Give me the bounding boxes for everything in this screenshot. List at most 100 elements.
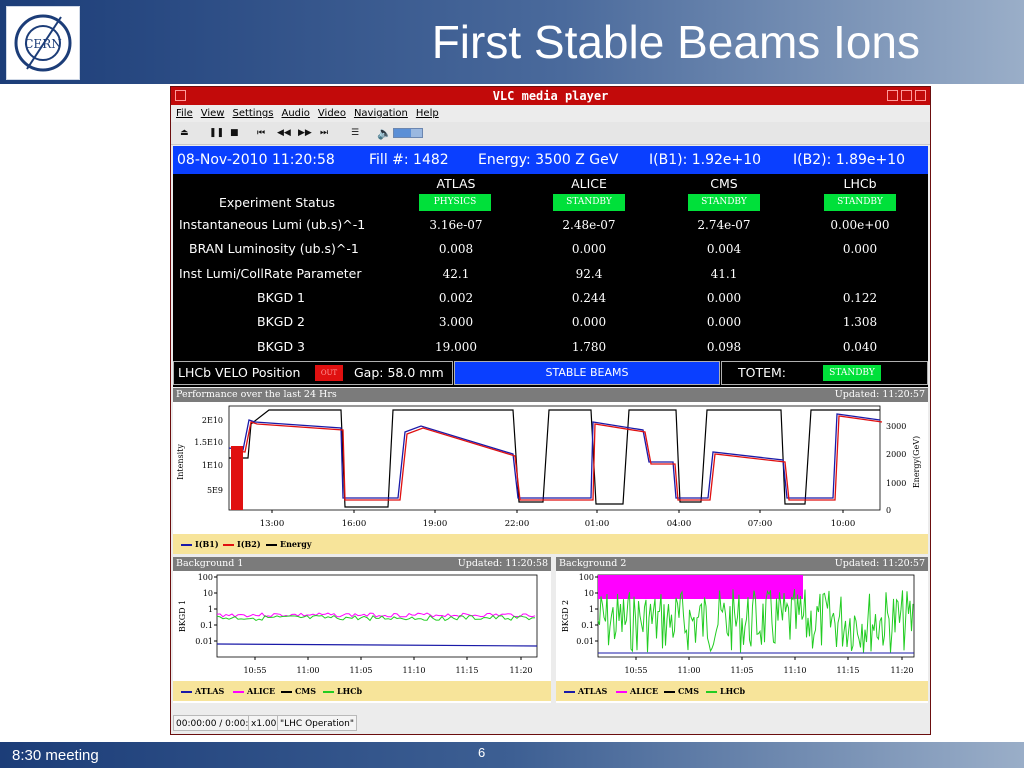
x-tick-label: 11:20 bbox=[509, 666, 532, 675]
table-cell: 0.244 bbox=[571, 291, 607, 305]
legend-item-lhcb: LHCb bbox=[706, 681, 745, 701]
previous-icon[interactable]: ⏮ bbox=[257, 122, 265, 144]
table-cell: 0.008 bbox=[438, 242, 474, 256]
plot-area bbox=[228, 405, 881, 511]
legend-item-energy: Energy bbox=[266, 534, 311, 554]
row-label: BRAN Luminosity (ub.s)^-1 bbox=[189, 241, 359, 256]
menu-audio[interactable]: Audio bbox=[281, 105, 309, 122]
fast-forward-icon[interactable]: ▶▶ bbox=[298, 122, 312, 144]
legend-item-alice: ALICE bbox=[233, 681, 275, 701]
speed-display[interactable]: x1.00 bbox=[248, 715, 280, 731]
playback-toolbar: ⏏ ❚❚ ■ ⏮ ◀◀ ▶▶ ⏭ ☰ 🔈 bbox=[171, 122, 930, 145]
menu-file[interactable]: File bbox=[176, 105, 193, 122]
table-cell: 0.002 bbox=[438, 291, 474, 305]
vlc-window: VLC media player File View Settings Audio Vi… bbox=[170, 86, 931, 735]
table-cell: 1.308 bbox=[842, 315, 878, 329]
totem-box: TOTEM: STANDBY bbox=[721, 361, 928, 385]
page-number: 6 bbox=[478, 745, 486, 760]
y-axis-label: Energy(GeV) bbox=[912, 436, 921, 488]
background-2-chart: 100 10 1 0.1 0.01 BKGD 2 10:55 11:00 11:05 11:10 1… bbox=[561, 573, 915, 675]
experiment-status-table: ATLAS ALICE CMS LHCb Experiment Status P… bbox=[173, 174, 928, 359]
velo-label: LHCb VELO Position bbox=[178, 365, 301, 380]
table-cell: 0.122 bbox=[842, 291, 878, 305]
background-2-legend: ATLAS ALICE CMS LHCb bbox=[556, 681, 928, 701]
legend-item-b1: I(B1) bbox=[181, 534, 219, 554]
background-2-panel: Background 2 Updated: 11:20:57 100 10 1 0.1… bbox=[556, 557, 928, 703]
y-tick-label: 1 bbox=[589, 605, 594, 614]
x-tick-label: 11:15 bbox=[836, 666, 859, 675]
legend-item-lhcb: LHCb bbox=[323, 681, 362, 701]
table-cell: 19.000 bbox=[435, 340, 477, 354]
y-tick-label: 0.1 bbox=[200, 621, 213, 630]
volume-slider[interactable] bbox=[393, 128, 423, 138]
x-tick-label: 16:00 bbox=[342, 519, 367, 529]
menu-view[interactable]: View bbox=[201, 105, 225, 122]
rewind-icon[interactable]: ◀◀ bbox=[277, 122, 291, 144]
y-axis-label: Intensity bbox=[176, 444, 185, 480]
table-cell: 0.000 bbox=[571, 315, 607, 329]
row-label: BKGD 1 bbox=[257, 290, 306, 305]
x-tick-label: 11:20 bbox=[890, 666, 913, 675]
close-icon[interactable] bbox=[915, 90, 926, 101]
x-tick-label: 07:00 bbox=[748, 519, 773, 529]
intensity-b2: I(B2): 1.89e+10 bbox=[793, 152, 906, 168]
y-tick-label: 0 bbox=[886, 506, 891, 515]
performance-updated: Updated: 11:20:57 bbox=[834, 389, 925, 400]
table-cell: 92.4 bbox=[575, 267, 603, 281]
status-badge-cms: STANDBY bbox=[688, 194, 760, 211]
x-tick-label: 13:00 bbox=[260, 519, 285, 529]
table-cell: 0.000 bbox=[571, 242, 607, 256]
playlist-icon[interactable]: ☰ bbox=[351, 122, 359, 144]
background-2-title: Background 2 bbox=[559, 558, 627, 569]
y-tick-label: 0.1 bbox=[581, 621, 594, 630]
maximize-icon[interactable] bbox=[901, 90, 912, 101]
y-axis-label: BKGD 1 bbox=[178, 600, 187, 632]
table-cell: 1.780 bbox=[571, 340, 607, 354]
menu-navigation[interactable]: Navigation bbox=[354, 105, 408, 122]
background-1-updated: Updated: 11:20:58 bbox=[457, 558, 548, 569]
slide-title: First Stable Beams Ions bbox=[431, 16, 920, 68]
datetime: 08-Nov-2010 11:20:58 bbox=[177, 152, 335, 168]
y-tick-label: 3000 bbox=[886, 422, 906, 431]
window-titlebar[interactable]: VLC media player bbox=[171, 87, 930, 105]
y-tick-label: 1000 bbox=[886, 479, 906, 488]
menu-settings[interactable]: Settings bbox=[232, 105, 273, 122]
row-label: BKGD 2 bbox=[257, 314, 306, 329]
speaker-icon[interactable]: 🔈 bbox=[377, 122, 392, 144]
eject-icon[interactable]: ⏏ bbox=[180, 122, 189, 144]
legend-item-alice: ALICE bbox=[616, 681, 658, 701]
y-tick-label: 1.5E10 bbox=[194, 438, 223, 447]
performance-panel: Performance over the last 24 Hrs Updated… bbox=[173, 388, 928, 554]
velo-gap: Gap: 58.0 mm bbox=[354, 365, 444, 380]
y-axis-label: BKGD 2 bbox=[561, 600, 570, 632]
time-display[interactable]: 00:00:00 / 0:00: bbox=[173, 715, 252, 731]
column-header: ATLAS bbox=[436, 176, 476, 191]
table-cell: 2.48e-07 bbox=[562, 218, 616, 232]
stop-icon[interactable]: ■ bbox=[230, 122, 239, 144]
y-tick-label: 0.01 bbox=[576, 637, 594, 646]
menu-video[interactable]: Video bbox=[318, 105, 346, 122]
y-tick-label: 10 bbox=[203, 589, 213, 598]
legend-item-b2: I(B2) bbox=[223, 534, 261, 554]
window-menu-icon[interactable] bbox=[175, 90, 186, 101]
x-tick-label: 11:05 bbox=[730, 666, 753, 675]
x-tick-label: 19:00 bbox=[423, 519, 448, 529]
footer-meeting-label: 8:30 meeting bbox=[12, 747, 99, 764]
pause-icon[interactable]: ❚❚ bbox=[209, 122, 224, 144]
background-1-legend: ATLAS ALICE CMS LHCb bbox=[173, 681, 551, 701]
table-cell: 3.16e-07 bbox=[429, 218, 483, 232]
performance-title: Performance over the last 24 Hrs bbox=[176, 389, 337, 400]
row-label: Instantaneous Lumi (ub.s)^-1 bbox=[179, 217, 366, 232]
minimize-icon[interactable] bbox=[887, 90, 898, 101]
x-tick-label: 11:05 bbox=[349, 666, 372, 675]
x-tick-label: 11:00 bbox=[677, 666, 700, 675]
background-1-title: Background 1 bbox=[176, 558, 244, 569]
menu-help[interactable]: Help bbox=[416, 105, 439, 122]
legend-item-cms: CMS bbox=[664, 681, 699, 701]
next-icon[interactable]: ⏭ bbox=[320, 122, 328, 144]
y-tick-label: 100 bbox=[198, 573, 213, 582]
y-tick-label: 1E10 bbox=[202, 461, 223, 470]
table-cell: 0.098 bbox=[706, 340, 742, 354]
energy-readout: Energy: 3500 Z GeV bbox=[478, 152, 619, 168]
status-badge-lhcb: STANDBY bbox=[824, 194, 896, 211]
